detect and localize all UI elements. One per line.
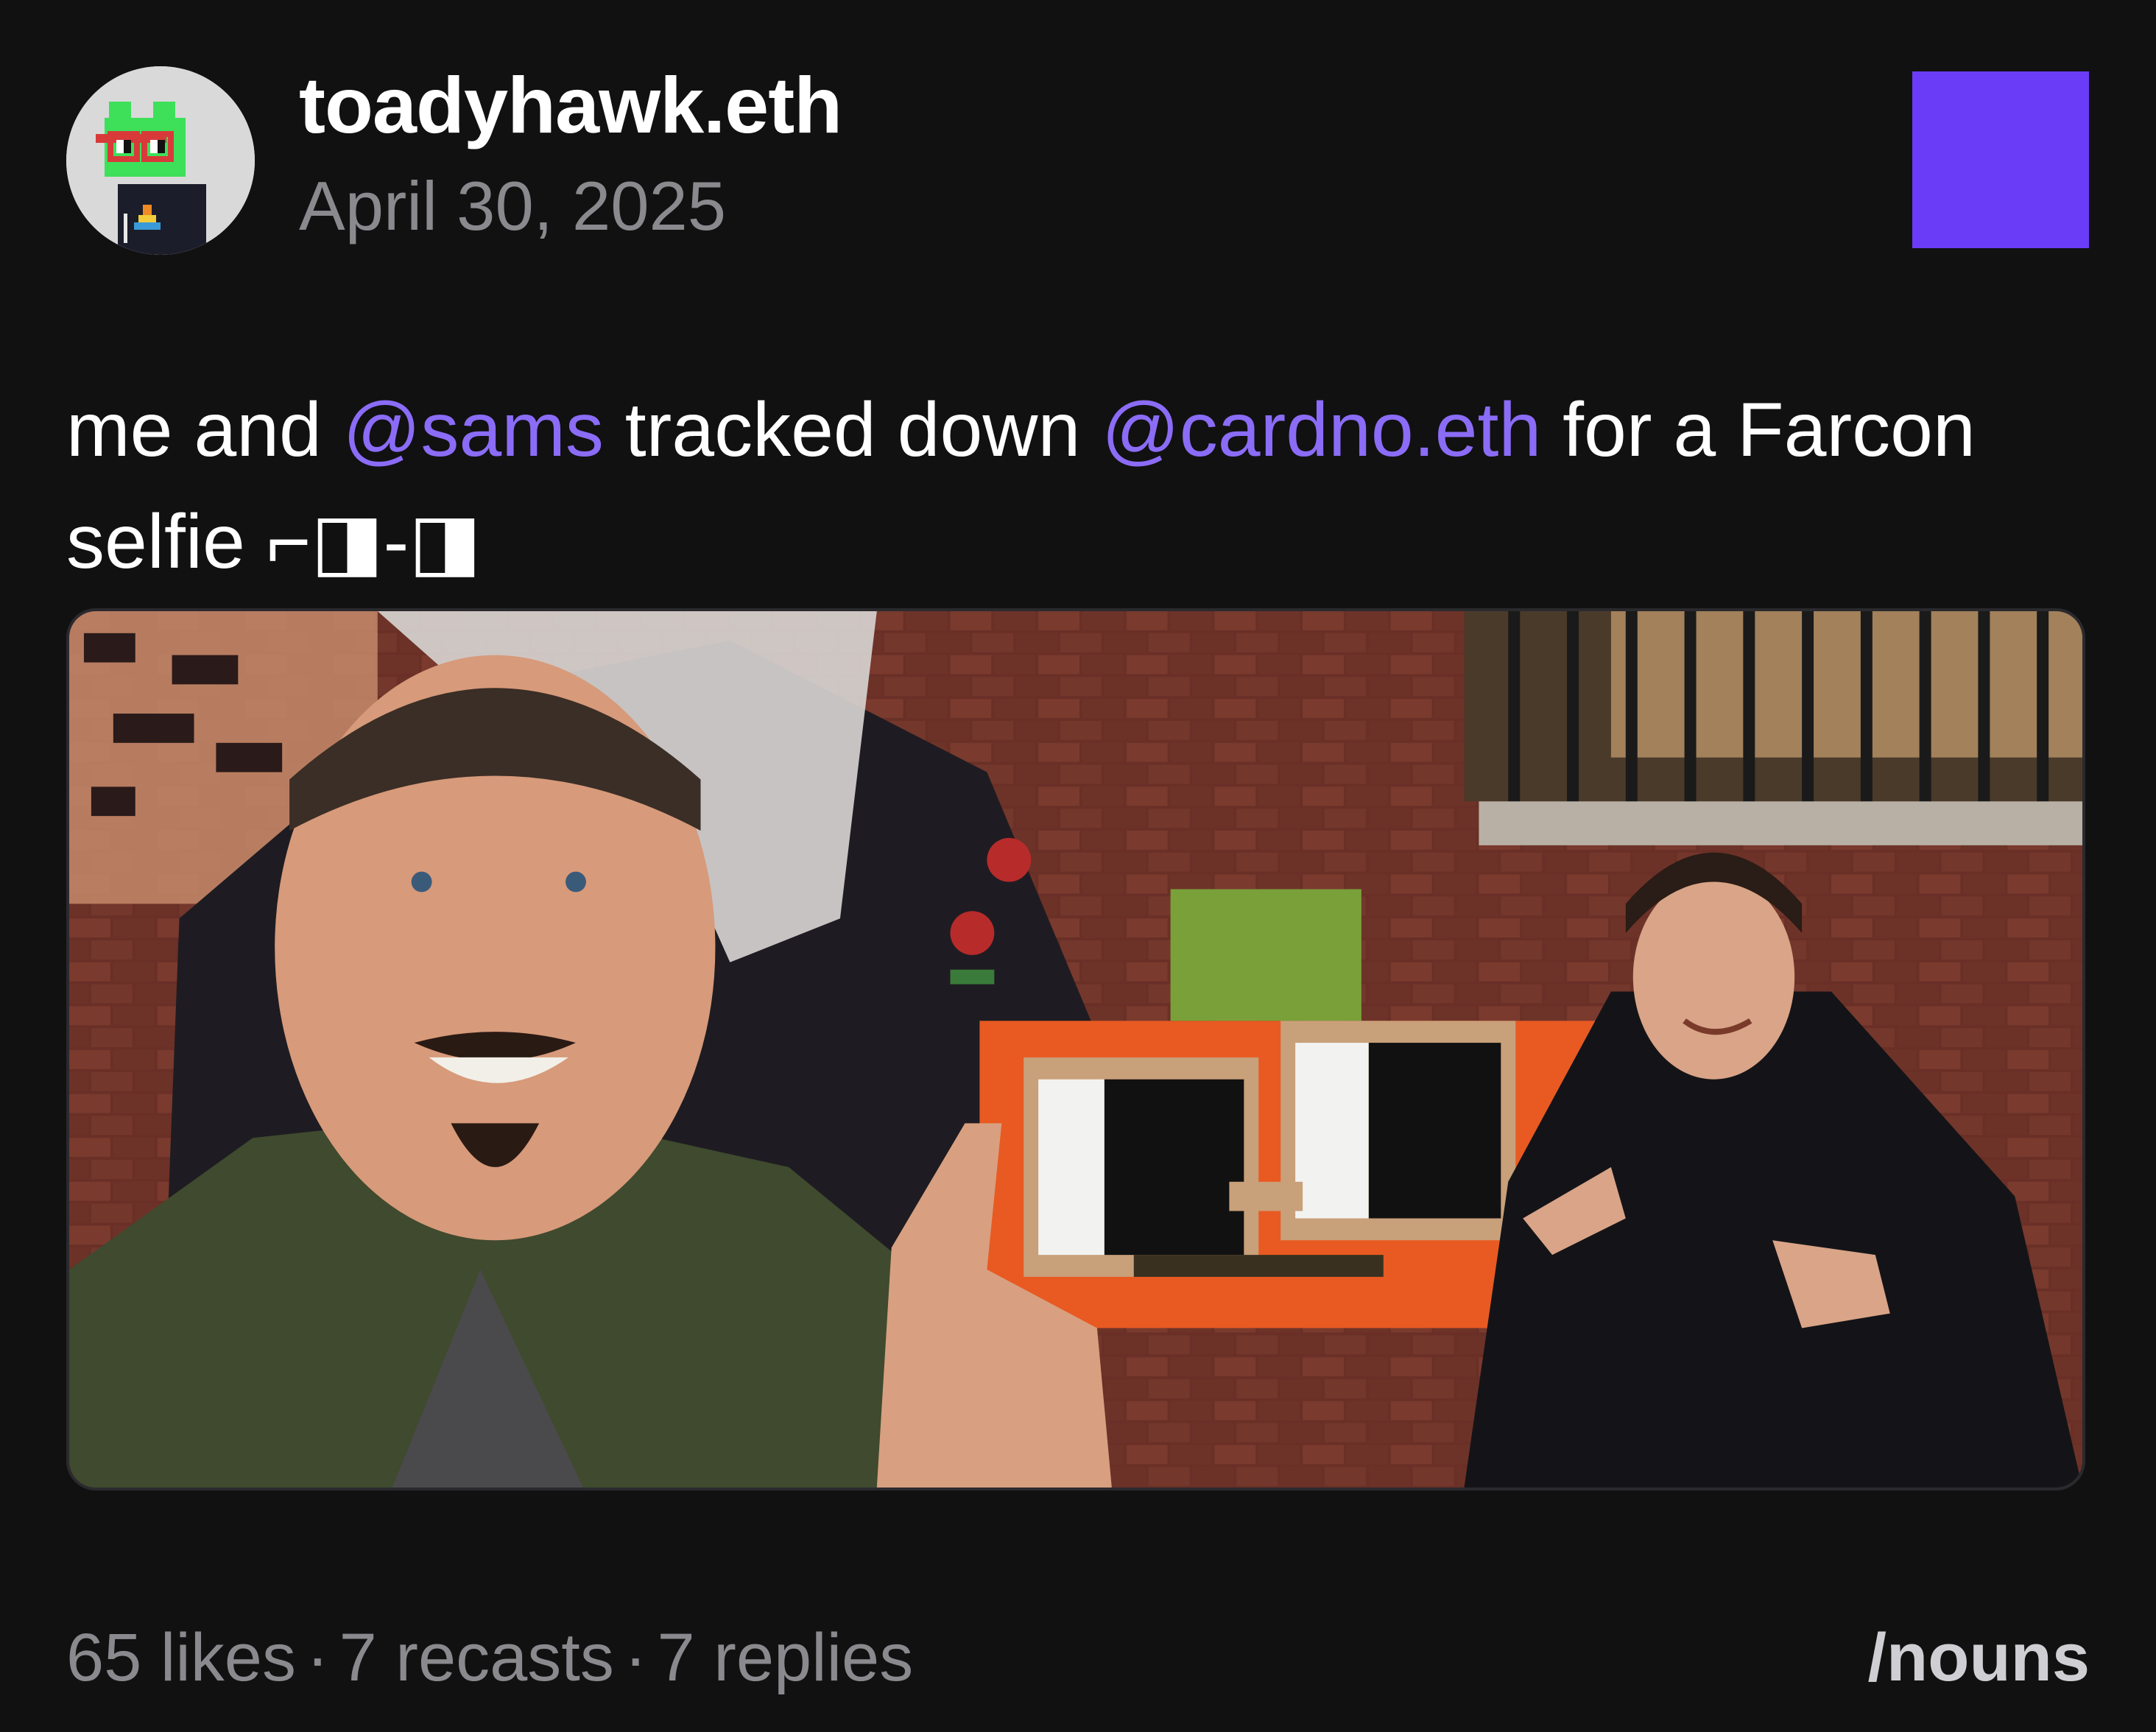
post-text: me and @sams tracked down @cardno.eth fo… (66, 374, 2025, 598)
mention-cardno[interactable]: @cardno.eth (1102, 387, 1541, 473)
channel-link[interactable]: /nouns (1867, 1617, 2090, 1698)
mention-sams[interactable]: @sams (343, 387, 604, 473)
replies-count[interactable]: 7 replies (657, 1620, 913, 1695)
channel-badge[interactable] (1912, 71, 2089, 248)
cast-card: toadyhawk.eth April 30, 2025 me and @sam… (0, 0, 2156, 1732)
frog-avatar-icon (66, 66, 255, 255)
recasts-count[interactable]: 7 recasts (339, 1620, 614, 1695)
author-name[interactable]: toadyhawk.eth (299, 57, 842, 153)
text-segment: me and (66, 387, 343, 473)
likes-count[interactable]: 65 likes (66, 1620, 296, 1695)
selfie-photo-icon (69, 611, 2082, 1488)
stats-separator: · (624, 1620, 647, 1695)
post-image[interactable] (66, 608, 2085, 1490)
post-date: April 30, 2025 (299, 167, 727, 244)
author-avatar[interactable] (66, 66, 255, 255)
text-segment: tracked down (603, 387, 1102, 473)
stats-separator: · (306, 1620, 329, 1695)
engagement-stats: 65 likes · 7 recasts · 7 replies (66, 1617, 913, 1698)
